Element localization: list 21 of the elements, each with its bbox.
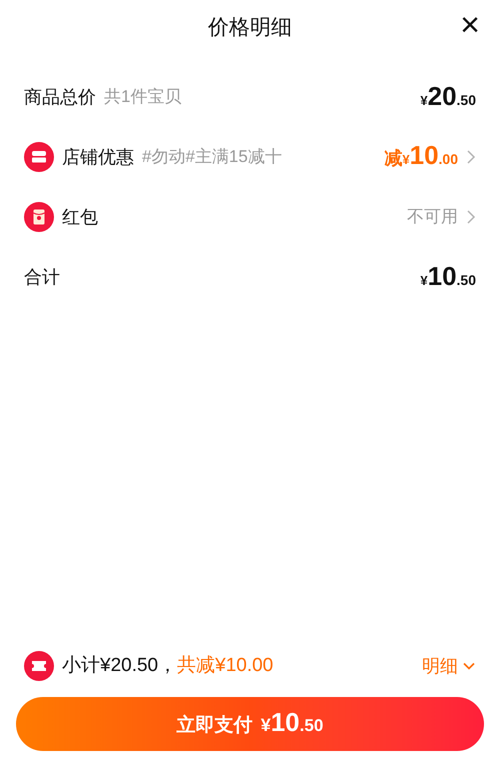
row-label: 店铺优惠	[62, 146, 134, 168]
sheet-title: 价格明细	[208, 14, 292, 41]
price-text: ¥20.50	[420, 83, 476, 111]
pay-button[interactable]: 立即支付 ¥10.50	[16, 697, 484, 751]
subtotal-text: 小计¥20.50，	[62, 654, 178, 678]
close-button[interactable]: ×	[460, 8, 480, 42]
chevron-right-icon	[466, 209, 476, 225]
ticket-icon	[24, 651, 54, 681]
row-label: 商品总价	[24, 86, 96, 108]
envelope-icon	[24, 202, 54, 232]
shop-icon	[24, 142, 54, 172]
details-toggle[interactable]: 明细	[422, 652, 476, 680]
row-label: 红包	[62, 206, 98, 228]
status-text: 不可用	[407, 206, 458, 228]
price-text: ¥10.50	[420, 263, 476, 291]
row-label: 合计	[24, 266, 60, 288]
chevron-right-icon	[466, 149, 476, 165]
saving-text: 共减¥10.00	[177, 654, 274, 678]
row-note: #勿动#主满15减十	[142, 146, 282, 168]
row-note: 共1件宝贝	[104, 86, 182, 108]
price-text: 减¥10.00	[384, 142, 458, 172]
